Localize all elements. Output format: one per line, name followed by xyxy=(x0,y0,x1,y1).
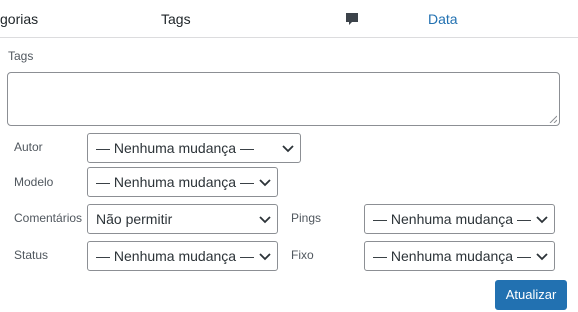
comment-icon xyxy=(344,11,360,27)
pings-label: Pings xyxy=(291,211,322,225)
status-label: Status xyxy=(14,248,49,262)
comments-label: Comentários xyxy=(14,211,83,225)
sticky-label: Fixo xyxy=(291,248,314,262)
author-select-value: — Nenhuma mudança — xyxy=(96,140,254,156)
header-divider xyxy=(0,37,578,38)
column-header-tags[interactable]: Tags xyxy=(161,0,191,38)
author-label: Autor xyxy=(14,140,43,154)
sticky-select[interactable]: — Nenhuma mudança — xyxy=(364,241,555,271)
sticky-select-value: — Nenhuma mudança — xyxy=(373,248,531,264)
pings-select[interactable]: — Nenhuma mudança — xyxy=(364,204,555,234)
author-select[interactable]: — Nenhuma mudança — xyxy=(87,133,301,163)
column-header-categories[interactable]: gorias xyxy=(0,0,38,38)
chevron-down-icon xyxy=(282,145,294,153)
comments-select-value: Não permitir xyxy=(96,211,173,227)
pings-select-value: — Nenhuma mudança — xyxy=(373,211,531,227)
comments-select[interactable]: Não permitir xyxy=(87,204,278,234)
tags-label: Tags xyxy=(8,49,34,63)
chevron-down-icon xyxy=(536,216,548,224)
template-select[interactable]: — Nenhuma mudança — xyxy=(87,167,278,197)
template-select-value: — Nenhuma mudança — xyxy=(96,174,254,190)
template-label: Modelo xyxy=(14,175,54,189)
chevron-down-icon xyxy=(259,179,271,187)
tags-textarea[interactable] xyxy=(7,72,560,126)
chevron-down-icon xyxy=(536,253,548,261)
update-button[interactable]: Atualizar xyxy=(495,280,567,310)
status-select-value: — Nenhuma mudança — xyxy=(96,248,254,264)
chevron-down-icon xyxy=(259,253,271,261)
chevron-down-icon xyxy=(259,216,271,224)
status-select[interactable]: — Nenhuma mudança — xyxy=(87,241,278,271)
column-header-date[interactable]: Data xyxy=(428,0,458,38)
resize-grip-icon[interactable] xyxy=(549,115,557,123)
